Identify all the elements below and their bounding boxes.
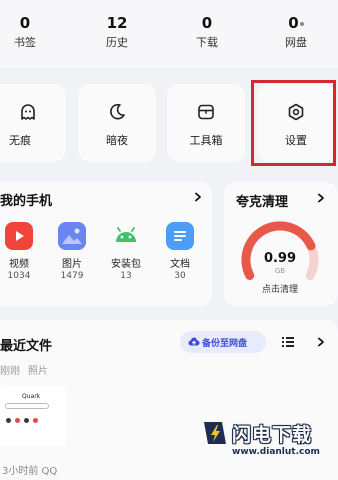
stats-bar: 0 书签 12 历史 0 下载 0 网盘 [0, 0, 338, 68]
thumbnail-dot [6, 418, 11, 423]
my-phone-title: 我的手机 [0, 194, 53, 209]
app-documents[interactable]: 文档 30 [159, 222, 201, 282]
stat-label: 历史 [106, 36, 128, 49]
recent-file-thumbnail[interactable]: Quark [0, 386, 66, 446]
notification-dot-icon [299, 22, 304, 26]
backup-label: 备份至网盘 [202, 339, 248, 349]
stat-value: 0 [19, 14, 31, 32]
thumbnail-search-bar [5, 403, 49, 409]
stat-label: 下载 [196, 36, 218, 49]
app-packages[interactable]: 安装包 13 [105, 222, 147, 282]
backup-to-cloud-button[interactable]: 备份至网盘 [180, 331, 266, 353]
gauge-unit: GB [274, 267, 286, 275]
app-count: 1034 [7, 271, 31, 281]
moon-icon [110, 103, 125, 120]
clean-title: 夸克清理 [236, 195, 289, 210]
thumbnail-title: Quark [22, 393, 41, 400]
watermark-url: www.dianlut.com [232, 447, 320, 457]
app-videos[interactable]: 视频 1034 [0, 222, 40, 282]
watermark-text: 闪电下载 [232, 424, 313, 446]
stat-history[interactable]: 12 历史 [87, 14, 147, 49]
shortcut-label: 无痕 [9, 134, 31, 147]
stat-cloud-drive[interactable]: 0 网盘 [266, 14, 326, 49]
chevron-right-icon[interactable] [193, 192, 203, 202]
image-icon [58, 222, 86, 250]
android-icon [112, 222, 140, 250]
watermark-logo-icon [204, 422, 226, 444]
toolbox-icon [198, 104, 214, 120]
stat-value: 0 [201, 14, 213, 32]
stat-label: 网盘 [285, 36, 307, 49]
app-name: 安装包 [111, 259, 141, 270]
app-name: 文档 [170, 259, 190, 270]
stat-value: 0 [288, 14, 299, 32]
stat-value: 12 [106, 14, 128, 32]
cloud-upload-icon [188, 337, 200, 346]
chevron-right-icon[interactable] [316, 193, 326, 203]
stat-bookmarks[interactable]: 0 书签 [0, 14, 55, 49]
video-icon [5, 222, 33, 250]
document-icon [166, 222, 194, 250]
app-count: 1479 [60, 271, 84, 281]
stat-downloads[interactable]: 0 下载 [177, 14, 237, 49]
gauge-value: 0.99 [263, 251, 297, 266]
shortcut-dark-mode[interactable]: 暗夜 [78, 84, 156, 162]
shortcut-toolbox[interactable]: 工具箱 [167, 84, 245, 162]
shortcut-incognito[interactable]: 无痕 [0, 84, 66, 162]
thumbnail-dot [33, 418, 38, 423]
app-name: 视频 [9, 259, 29, 270]
clean-button[interactable]: 点击清理 [240, 282, 320, 295]
ghost-icon [21, 104, 35, 120]
shortcut-label: 暗夜 [106, 134, 128, 147]
settings-highlight-box [251, 80, 336, 166]
filter-just-now[interactable]: 刚刚 [0, 362, 20, 377]
file-meta: 3小时前 QQ [2, 466, 58, 477]
shortcut-label: 工具箱 [189, 134, 223, 147]
app-count: 13 [120, 271, 132, 281]
app-images[interactable]: 图片 1479 [51, 222, 93, 282]
list-view-icon[interactable] [282, 337, 294, 347]
app-count: 30 [174, 271, 186, 281]
chevron-right-icon[interactable] [316, 337, 326, 347]
app-name: 图片 [62, 259, 82, 270]
recent-files-title: 最近文件 [0, 339, 53, 354]
thumbnail-dot [24, 418, 29, 423]
filter-photos[interactable]: 照片 [28, 362, 48, 377]
stat-label: 书签 [14, 36, 36, 49]
stat-value-wrap: 0 [266, 14, 326, 32]
thumbnail-dot [15, 418, 20, 423]
